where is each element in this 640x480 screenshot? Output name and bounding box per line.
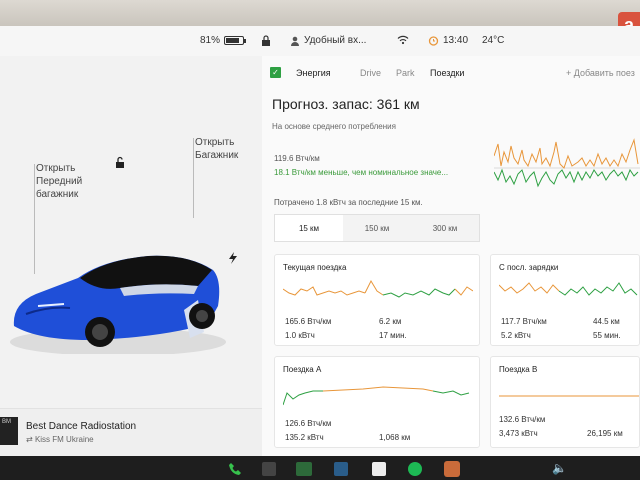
since-charge-min: 55 мин.: [593, 331, 621, 340]
current-trip-graph: [283, 279, 473, 298]
since-charge-wh: 117.7 Втч/км: [501, 317, 547, 326]
trip-b-km: 26,195 км: [587, 429, 623, 438]
profile-icon: [291, 36, 299, 46]
add-trip-button[interactable]: + Добавить поез: [566, 68, 635, 78]
trunk-guide-line: [193, 138, 194, 218]
battery-indicator: 81%: [200, 35, 247, 46]
trip-b-wh: 132.6 Втч/км: [499, 415, 546, 424]
energy-app: ✓ Энергия Drive Park Поездки + Добавить …: [262, 56, 640, 458]
profile-name: Удобный вх...: [304, 35, 367, 46]
station-name: ⇄ Kiss FM Ukraine: [26, 435, 94, 444]
range-150km[interactable]: 150 км: [343, 215, 411, 241]
card-trip-b[interactable]: Поездка В 132.6 Втч/км 3,473 кВтч 26,195…: [490, 356, 640, 448]
consumption-note: 18.1 Втч/км меньше, чем номинальное знач…: [274, 168, 449, 177]
range-15km[interactable]: 15 км: [275, 215, 343, 241]
outside-temp: 24°C: [482, 35, 504, 46]
lock-icon[interactable]: [261, 35, 271, 46]
open-frunk-label-3: багажник: [36, 189, 79, 200]
camera-app-icon[interactable]: [262, 462, 276, 476]
car-image: [10, 255, 226, 354]
card-title: Поездка А: [283, 365, 322, 374]
consumption-value: 119.6 Втч/км: [274, 154, 320, 163]
since-charge-km: 44.5 км: [593, 317, 620, 326]
card-trip-a[interactable]: Поездка А 126.6 Втч/км 135.2 кВтч 1,068 …: [274, 356, 480, 448]
car-panel: Открыть Багажник Открыть Передний багажн…: [0, 56, 262, 480]
range-300km[interactable]: 300 км: [411, 215, 479, 241]
trip-a-graph: [283, 386, 470, 406]
energy-check-icon[interactable]: ✓: [270, 67, 281, 78]
card-title: Поездка В: [499, 365, 538, 374]
open-frunk-label-1: Открыть: [36, 163, 76, 174]
current-wh: 165.6 Втч/км: [285, 317, 332, 326]
trip-a-wh: 126.6 Втч/км: [285, 419, 332, 428]
temperature: 24°C: [482, 35, 505, 46]
phone-icon[interactable]: [228, 462, 242, 476]
clock: 13:40: [428, 35, 468, 46]
energy-tabs: ✓ Энергия Drive Park Поездки + Добавить …: [270, 66, 640, 82]
tab-park[interactable]: Park: [396, 68, 415, 78]
energy-app-icon[interactable]: [296, 462, 312, 476]
volume-icon[interactable]: 🔈: [552, 461, 567, 475]
since-charge-graph: [499, 282, 638, 296]
range-selector: 15 км 150 км 300 км: [274, 214, 480, 242]
consumption-graph: [494, 138, 640, 188]
tesla-screen: 81% Удобный вх... 13:40 24°C Открыть Баг…: [0, 26, 640, 480]
open-trunk-button[interactable]: Открыть Багажник: [195, 136, 238, 162]
forecast-subtitle: На основе среднего потребления: [272, 122, 396, 131]
trip-b-kwh: 3,473 кВтч: [499, 429, 538, 438]
album-art[interactable]: BM: [0, 417, 18, 445]
card-current-trip[interactable]: Текущая поездка 165.6 Втч/км 1.0 кВтч 6.…: [274, 254, 480, 346]
tab-trips[interactable]: Поездки: [430, 68, 464, 78]
time: 13:40: [443, 35, 469, 46]
toybox-app-icon[interactable]: [372, 462, 386, 476]
trip-a-kwh: 135.2 кВтч: [285, 433, 324, 442]
unlock-icon[interactable]: [114, 156, 126, 168]
spotify-icon[interactable]: [408, 462, 422, 476]
open-frunk-label-2: Передний: [36, 176, 83, 187]
profile-selector[interactable]: Удобный вх...: [290, 35, 366, 46]
open-trunk-label-2: Багажник: [195, 150, 239, 161]
card-title: Текущая поездка: [283, 263, 347, 272]
tab-energy[interactable]: Энергия: [296, 68, 331, 78]
battery-icon: [224, 36, 247, 45]
current-min: 17 мин.: [379, 331, 407, 340]
battery-fill: [226, 38, 239, 43]
tab-drive[interactable]: Drive: [360, 68, 381, 78]
station-label: Kiss FM Ukraine: [34, 435, 94, 444]
card-title: С посл. зарядки: [499, 263, 559, 272]
status-bar: 81% Удобный вх... 13:40 24°C: [0, 26, 640, 56]
card-since-charge[interactable]: С посл. зарядки 117.7 Втч/км 5.2 кВтч 44…: [490, 254, 640, 346]
open-frunk-button[interactable]: Открыть Передний багажник: [36, 162, 82, 201]
current-km: 6.2 км: [379, 317, 402, 326]
current-kwh: 1.0 кВтч: [285, 331, 315, 340]
monitor-bezel: [0, 0, 640, 28]
trip-b-graph: [499, 395, 639, 397]
games-app-icon[interactable]: [444, 461, 460, 477]
open-trunk-label-1: Открыть: [195, 137, 235, 148]
trip-a-km: 1,068 км: [379, 433, 411, 442]
alarm-icon: [428, 36, 439, 46]
bottom-dock: 🔈: [0, 456, 640, 480]
range-forecast: Прогноз. запас: 361 км: [272, 96, 420, 112]
radio-icon: ⇄: [26, 435, 35, 444]
wifi-icon: [397, 35, 409, 45]
energy-spent: Потрачено 1.8 кВтч за последние 15 км.: [274, 198, 423, 207]
battery-percent: 81%: [200, 35, 221, 46]
track-title: Best Dance Radiostation: [26, 421, 137, 432]
since-charge-kwh: 5.2 кВтч: [501, 331, 531, 340]
calendar-app-icon[interactable]: [334, 462, 348, 476]
charge-icon[interactable]: [228, 252, 238, 264]
